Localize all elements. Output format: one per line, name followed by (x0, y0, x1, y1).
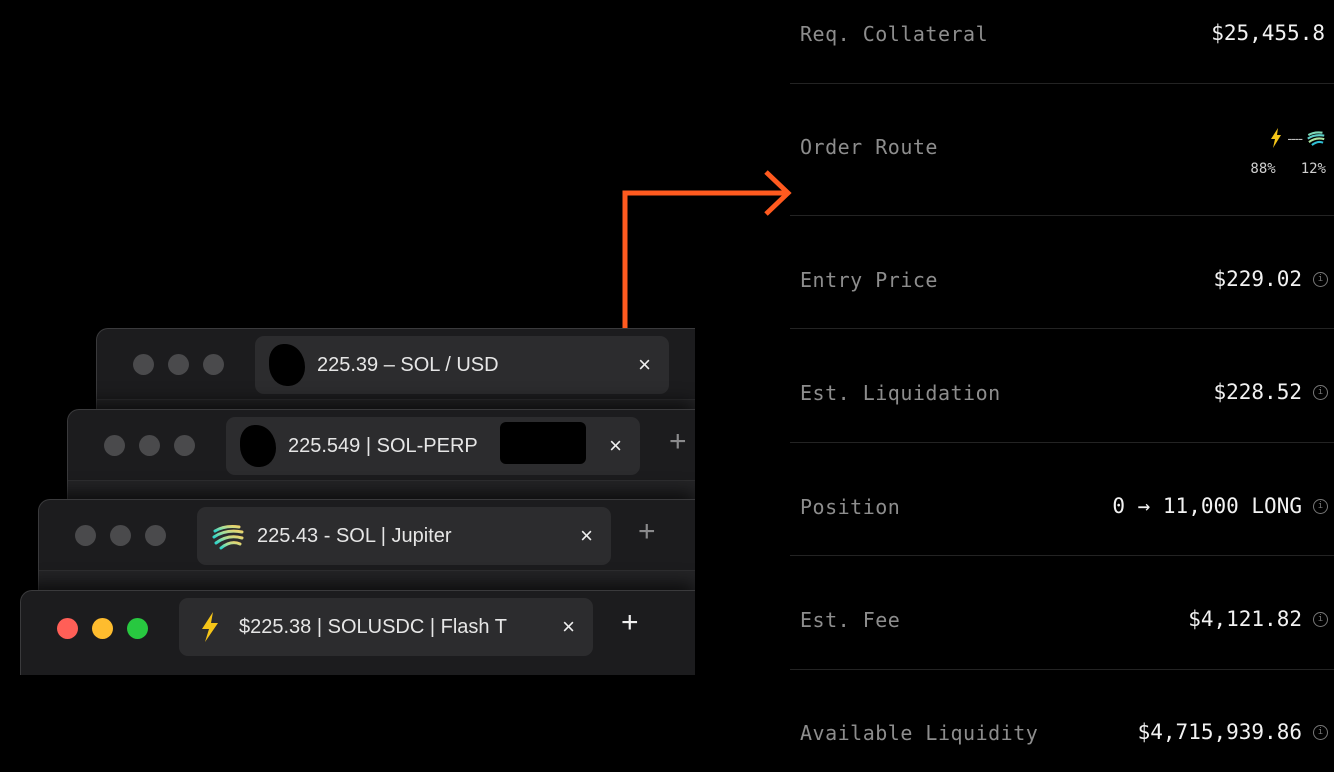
row-label: Est. Liquidation (800, 381, 1001, 405)
row-est-liquidation: Est. Liquidation $228.52 i (790, 329, 1334, 443)
browser-window-3: 225.43 - SOL | Jupiter × + (38, 499, 695, 596)
row-position: Position 0 → 11,000 LONG i (790, 443, 1334, 556)
jupiter-logo-icon (212, 525, 244, 550)
info-icon[interactable]: i (1313, 272, 1328, 287)
arrow-line (622, 170, 792, 328)
minimize-window-button[interactable] (92, 618, 113, 639)
route-pct-flash: 88% (1250, 161, 1276, 177)
jupiter-logo-icon (1307, 131, 1325, 146)
row-entry-price: Entry Price $229.02 i (790, 216, 1334, 329)
close-window-button[interactable] (104, 435, 125, 456)
orange-arrow (622, 170, 792, 328)
row-value: $229.02 (1213, 267, 1302, 291)
new-tab-icon[interactable]: + (669, 427, 687, 457)
row-value: $228.52 (1213, 380, 1302, 404)
window-controls (57, 618, 148, 639)
close-tab-icon[interactable]: × (580, 522, 593, 550)
row-label: Est. Fee (800, 608, 901, 632)
redacted-region (500, 422, 586, 464)
browser-tab[interactable]: 225.39 – SOL / USD × (255, 336, 669, 394)
order-route-split: 88% 12% (1250, 161, 1326, 177)
new-tab-icon[interactable]: + (621, 608, 639, 638)
zoom-window-button[interactable] (145, 525, 166, 546)
tab-title: $225.38 | SOLUSDC | Flash T (239, 615, 507, 638)
browser-tab[interactable]: 225.43 - SOL | Jupiter × (197, 507, 611, 565)
info-icon[interactable]: i (1313, 385, 1328, 400)
minimize-window-button[interactable] (168, 354, 189, 375)
row-est-fee: Est. Fee $4,121.82 i (790, 556, 1334, 670)
row-label: Entry Price (800, 268, 938, 292)
row-label: Available Liquidity (800, 721, 1039, 745)
row-req-collateral: Req. Collateral $25,455.8 (790, 0, 1334, 84)
zoom-window-button[interactable] (127, 618, 148, 639)
row-value: $4,715,939.86 (1137, 720, 1302, 744)
row-available-liquidity: Available Liquidity $4,715,939.86 i (790, 670, 1334, 772)
lightning-bolt-icon (1271, 128, 1282, 148)
tab-title: 225.549 | SOL-PERP (288, 434, 478, 457)
zoom-window-button[interactable] (203, 354, 224, 375)
close-tab-icon[interactable]: × (562, 613, 575, 641)
minimize-window-button[interactable] (139, 435, 160, 456)
order-route-graphic: ---- (1269, 128, 1326, 148)
window-controls (133, 354, 224, 375)
route-dash: ---- (1287, 130, 1303, 146)
info-icon[interactable]: i (1313, 725, 1328, 740)
row-value: $4,121.82 (1188, 607, 1302, 631)
trade-details-panel: Req. Collateral $25,455.8 Order Route --… (790, 0, 1334, 772)
zoom-window-button[interactable] (174, 435, 195, 456)
window-controls (75, 525, 166, 546)
lightning-bolt-icon (202, 612, 218, 642)
close-window-button[interactable] (133, 354, 154, 375)
row-value: $25,455.8 (1211, 21, 1325, 45)
row-order-route: Order Route (790, 84, 1334, 216)
row-value: 0 → 11,000 LONG (1112, 494, 1302, 518)
window-controls (104, 435, 195, 456)
row-label: Req. Collateral (800, 22, 989, 46)
info-icon[interactable]: i (1313, 612, 1328, 627)
tab-title: 225.39 – SOL / USD (317, 353, 499, 376)
browser-window-4: $225.38 | SOLUSDC | Flash T × + (20, 590, 695, 675)
close-tab-icon[interactable]: × (638, 351, 651, 379)
redacted-favicon (269, 344, 305, 386)
row-label: Order Route (800, 135, 938, 159)
close-window-button[interactable] (75, 525, 96, 546)
close-tab-icon[interactable]: × (609, 432, 622, 460)
tab-title: 225.43 - SOL | Jupiter (257, 524, 452, 547)
browser-window-2: 225.549 | SOL-PERP × + (67, 409, 695, 506)
browser-tab[interactable]: $225.38 | SOLUSDC | Flash T × (179, 598, 593, 656)
route-pct-jupiter: 12% (1300, 161, 1326, 177)
row-label: Position (800, 495, 901, 519)
new-tab-icon[interactable]: + (638, 517, 656, 547)
close-window-button[interactable] (57, 618, 78, 639)
redacted-favicon (240, 425, 276, 467)
minimize-window-button[interactable] (110, 525, 131, 546)
info-icon[interactable]: i (1313, 499, 1328, 514)
